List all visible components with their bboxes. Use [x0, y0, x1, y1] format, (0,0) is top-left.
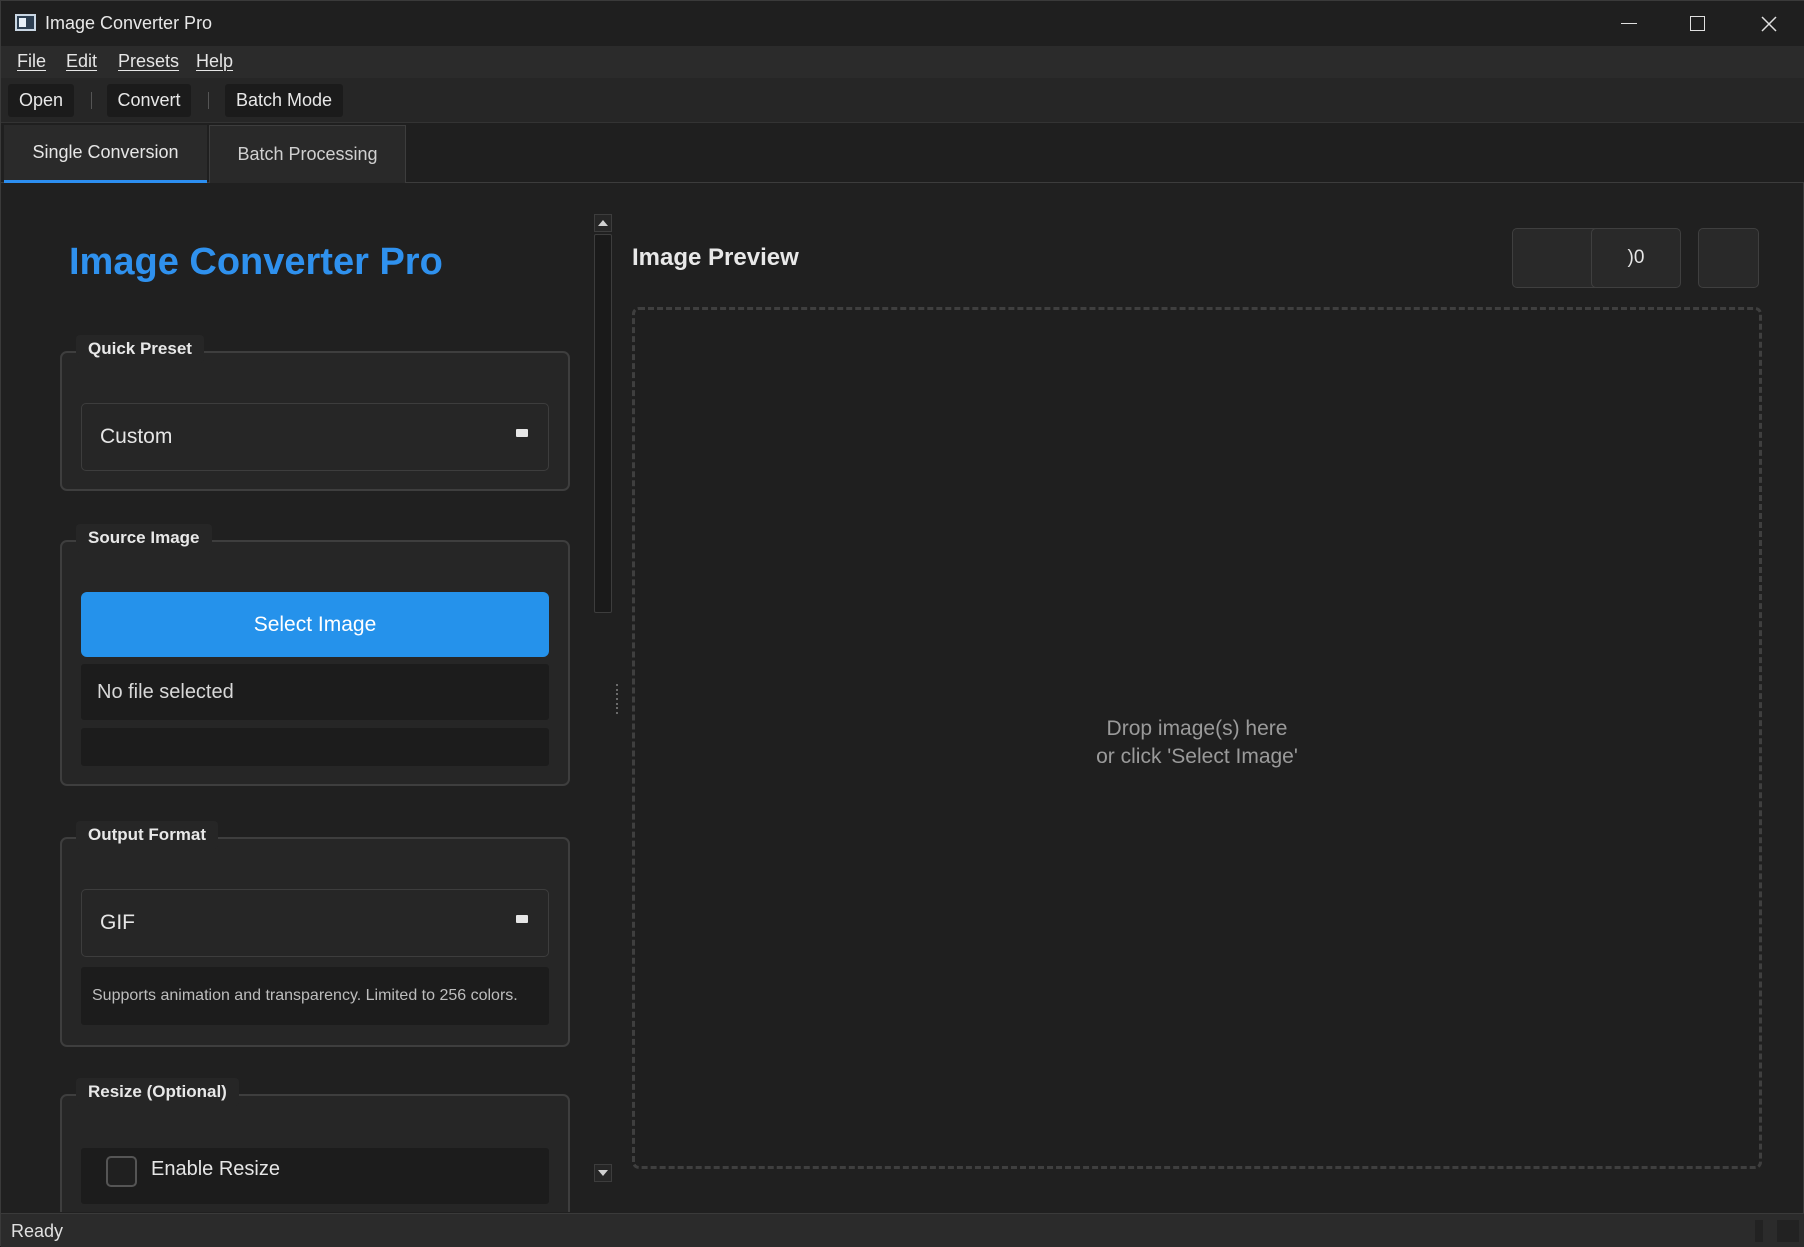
zoom-level-button[interactable]: )0 [1591, 228, 1681, 288]
scroll-thumb[interactable] [594, 234, 612, 613]
resize-group: Resize (Optional) Enable Resize [60, 1078, 570, 1212]
status-separator [1755, 1220, 1763, 1242]
drop-hint: Drop image(s) here or click 'Select Imag… [635, 715, 1759, 771]
group-label: Quick Preset [76, 335, 204, 363]
image-drop-zone[interactable]: Drop image(s) here or click 'Select Imag… [632, 307, 1762, 1169]
maximize-icon [1689, 16, 1705, 31]
format-select-value: GIF [100, 911, 135, 934]
open-button[interactable]: Open [8, 84, 74, 117]
enable-resize-checkbox[interactable] [106, 1156, 137, 1187]
maximize-button[interactable] [1661, 1, 1733, 46]
splitter-handle[interactable] [616, 684, 620, 714]
tab-batch-processing[interactable]: Batch Processing [209, 125, 406, 183]
app-icon [15, 14, 36, 31]
menu-help[interactable]: Help [196, 51, 233, 72]
minimize-button[interactable] [1593, 1, 1665, 46]
drop-hint-line1: Drop image(s) here [1106, 717, 1288, 740]
settings-scrollbar[interactable] [592, 214, 612, 1184]
resize-grip-icon[interactable] [1777, 1220, 1799, 1242]
toolbar-separator [208, 92, 209, 109]
scroll-down-button[interactable] [594, 1164, 612, 1182]
scroll-up-button[interactable] [594, 214, 612, 232]
batch-mode-button[interactable]: Batch Mode [225, 84, 343, 117]
main-content: Image Converter Pro Quick Preset Custom … [4, 184, 1802, 1212]
select-image-button[interactable]: Select Image [81, 592, 549, 657]
enable-resize-row[interactable]: Enable Resize [81, 1148, 549, 1204]
toolbar-separator [91, 92, 92, 109]
settings-panel[interactable]: Image Converter Pro Quick Preset Custom … [4, 184, 594, 1212]
close-button[interactable] [1733, 1, 1804, 46]
tab-single-conversion[interactable]: Single Conversion [4, 125, 207, 183]
minimize-icon [1621, 22, 1637, 25]
group-label: Source Image [76, 524, 212, 552]
group-label: Resize (Optional) [76, 1078, 239, 1106]
app-window: Image Converter Pro File Edit Presets He… [0, 0, 1804, 1247]
drop-hint-line2: or click 'Select Image' [1096, 745, 1298, 768]
output-format-group: Output Format GIF Supports animation and… [60, 821, 570, 1047]
source-image-group: Source Image Select Image No file select… [60, 524, 570, 786]
file-info-display [81, 728, 549, 766]
close-icon [1761, 15, 1777, 32]
status-text: Ready [11, 1221, 64, 1241]
quick-preset-group: Quick Preset Custom [60, 335, 570, 491]
file-name-display: No file selected [81, 664, 549, 720]
app-heading: Image Converter Pro [69, 241, 443, 283]
fit-view-button[interactable] [1698, 228, 1759, 288]
preview-title: Image Preview [632, 244, 799, 271]
preset-select[interactable]: Custom [81, 403, 549, 471]
convert-button[interactable]: Convert [107, 84, 191, 117]
menu-file[interactable]: File [17, 51, 46, 72]
menu-bar: File Edit Presets Help [1, 46, 1804, 78]
tab-bar: Single Conversion Batch Processing [1, 123, 1804, 183]
menu-edit[interactable]: Edit [66, 51, 97, 72]
window-title: Image Converter Pro [45, 13, 213, 33]
toolbar: Open Convert Batch Mode [1, 78, 1804, 123]
dropdown-icon [516, 915, 528, 923]
arrow-up-icon [598, 220, 608, 226]
dropdown-icon [516, 429, 528, 437]
format-select[interactable]: GIF [81, 889, 549, 957]
title-bar: Image Converter Pro [1, 1, 1804, 46]
format-description: Supports animation and transparency. Lim… [81, 967, 549, 1025]
status-bar: Ready [1, 1213, 1804, 1247]
enable-resize-label: Enable Resize [151, 1158, 280, 1180]
group-label: Output Format [76, 821, 219, 849]
arrow-down-icon [598, 1170, 608, 1176]
preset-select-value: Custom [100, 425, 173, 448]
menu-presets[interactable]: Presets [118, 51, 179, 72]
